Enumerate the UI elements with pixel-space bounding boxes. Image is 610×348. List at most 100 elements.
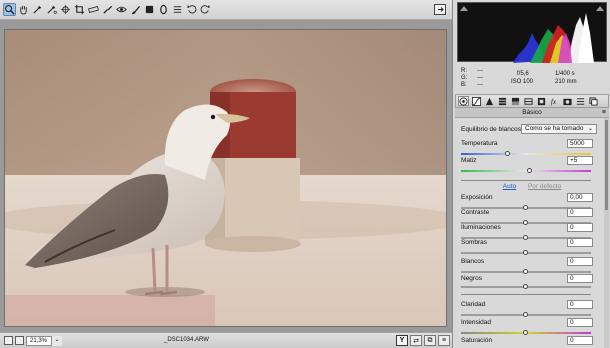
tab-split-toning[interactable] (510, 96, 521, 106)
straighten-icon[interactable] (87, 3, 100, 16)
highlights-label: Iluminaciones (461, 224, 501, 231)
zoom-dropdown-icon[interactable]: ⌄ (51, 336, 62, 346)
section-title-text: Básico (522, 109, 542, 116)
zoom-icon[interactable] (3, 3, 16, 16)
photo-preview[interactable] (4, 29, 447, 327)
clarity-label: Claridad (461, 301, 486, 308)
shutter-value: 1/400 s (555, 71, 575, 77)
exposure-slider-thumb[interactable] (523, 205, 528, 210)
blacks-slider-thumb[interactable] (523, 284, 528, 289)
g-value: --- (477, 75, 483, 81)
tab-lens-corrections[interactable] (523, 96, 534, 106)
whites-value-field[interactable]: 0 (567, 257, 593, 266)
tint-label: Matiz (461, 157, 477, 164)
exposure-label: Exposición (461, 194, 493, 201)
preview-area[interactable] (0, 20, 452, 332)
spot-removal-icon[interactable] (101, 3, 114, 16)
tab-tone-curve[interactable] (471, 96, 482, 106)
temperature-value-field[interactable]: 5000 (567, 139, 593, 148)
vibrance-value-field[interactable]: 0 (567, 318, 593, 327)
shadows-slider-thumb[interactable] (523, 250, 528, 255)
status-bar: 21,3% ⌄ _DSC1034.ARW Y ⇄ ⧉ ≡ (0, 332, 452, 348)
panel-menu-icon[interactable]: ≡ (602, 108, 606, 118)
panel-tabs: fx (455, 94, 609, 108)
tint-value-field[interactable]: +5 (567, 156, 593, 165)
copy-settings-button[interactable]: ⧉ (424, 335, 436, 346)
focal-length-value: 210 mm (555, 79, 577, 85)
single-view-icon[interactable] (4, 336, 13, 345)
blacks-label: Negros (461, 275, 482, 282)
white-balance-select[interactable]: Como se ha tomado ⌄ (521, 124, 597, 134)
blacks-slider[interactable] (461, 284, 591, 289)
iso-value: ISO 100 (511, 79, 534, 85)
tab-snapshots[interactable] (588, 96, 599, 106)
tab-detail[interactable] (484, 96, 495, 106)
wb-label: Equilibrio de blancos: (461, 126, 523, 133)
tab-hsl[interactable] (497, 96, 508, 106)
red-eye-icon[interactable] (115, 3, 128, 16)
camera-raw-window: 21,3% ⌄ _DSC1034.ARW Y ⇄ ⧉ ≡ R: G: B: --… (0, 0, 610, 348)
shadows-value-field[interactable]: 0 (567, 238, 593, 247)
tint-slider-thumb[interactable] (526, 168, 532, 173)
rotate-left-icon[interactable] (185, 3, 198, 16)
whites-slider-thumb[interactable] (523, 269, 528, 274)
crop-icon[interactable] (73, 3, 86, 16)
b-label: B: (461, 82, 467, 88)
section-divider (461, 180, 591, 181)
temperature-slider-thumb[interactable] (504, 151, 510, 156)
hand-icon[interactable] (17, 3, 30, 16)
highlights-slider-thumb[interactable] (523, 235, 528, 240)
saturation-value-field[interactable]: 0 (567, 336, 593, 345)
tab-basic[interactable] (458, 96, 469, 106)
white-balance-value: Como se ha tomado (525, 125, 584, 132)
tint-slider[interactable] (461, 168, 591, 173)
highlights-value-field[interactable]: 0 (567, 223, 593, 232)
targeted-adjustment-icon[interactable] (59, 3, 72, 16)
toggle-settings-button[interactable]: ≡ (438, 335, 450, 346)
before-after-y-button[interactable]: Y (396, 335, 408, 346)
vibrance-slider-thumb[interactable] (523, 330, 528, 335)
section-title: Básico ≡ (455, 108, 609, 118)
contrast-value-field[interactable]: 0 (567, 208, 593, 217)
aperture-value: f/5,6 (517, 71, 529, 77)
shadows-slider[interactable] (461, 250, 591, 255)
contrast-slider-thumb[interactable] (523, 220, 528, 225)
camera-info: R: G: B: --- --- --- f/5,6 1/400 s ISO 1… (457, 64, 607, 92)
exposure-value-field[interactable]: 0,00 (567, 193, 593, 202)
tool-bar (0, 0, 452, 20)
tab-camera-calibration[interactable] (562, 96, 573, 106)
before-after-swap-button[interactable]: ⇄ (410, 335, 422, 346)
color-sampler-icon[interactable] (45, 3, 58, 16)
graduated-filter-icon[interactable] (143, 3, 156, 16)
vibrance-slider[interactable] (461, 330, 591, 335)
adjustments-panel: R: G: B: --- --- --- f/5,6 1/400 s ISO 1… (452, 0, 610, 348)
auto-link[interactable]: Auto (503, 183, 516, 190)
vibrance-label: Intensidad (461, 319, 491, 326)
panel-scrollbar[interactable] (604, 118, 609, 348)
tab-presets[interactable] (575, 96, 586, 106)
rotate-right-icon[interactable] (199, 3, 212, 16)
white-balance-icon[interactable] (31, 3, 44, 16)
whites-slider[interactable] (461, 269, 591, 274)
histogram (457, 2, 607, 63)
adjustment-brush-icon[interactable] (129, 3, 142, 16)
tab-fx-icon[interactable]: fx (549, 96, 560, 106)
svg-text:fx: fx (551, 98, 557, 106)
blacks-value-field[interactable]: 0 (567, 274, 593, 283)
shadows-label: Sombras (461, 239, 488, 246)
section-divider (461, 294, 591, 295)
preferences-icon[interactable] (171, 3, 184, 16)
temperature-slider[interactable] (461, 151, 591, 156)
clarity-slider[interactable] (461, 312, 591, 317)
tab-effects[interactable] (536, 96, 547, 106)
r-label: R: (461, 68, 467, 74)
basic-panel: Equilibrio de blancos: Como se ha tomado… (455, 118, 609, 348)
fullscreen-icon[interactable] (434, 4, 446, 15)
default-link[interactable]: Por defecto (528, 183, 561, 190)
clarity-slider-thumb[interactable] (523, 312, 528, 317)
whites-label: Blancos (461, 258, 485, 265)
contrast-label: Contraste (461, 209, 490, 216)
radial-filter-icon[interactable] (157, 3, 170, 16)
clarity-value-field[interactable]: 0 (567, 300, 593, 309)
filmstrip-view-icon[interactable] (15, 336, 24, 345)
